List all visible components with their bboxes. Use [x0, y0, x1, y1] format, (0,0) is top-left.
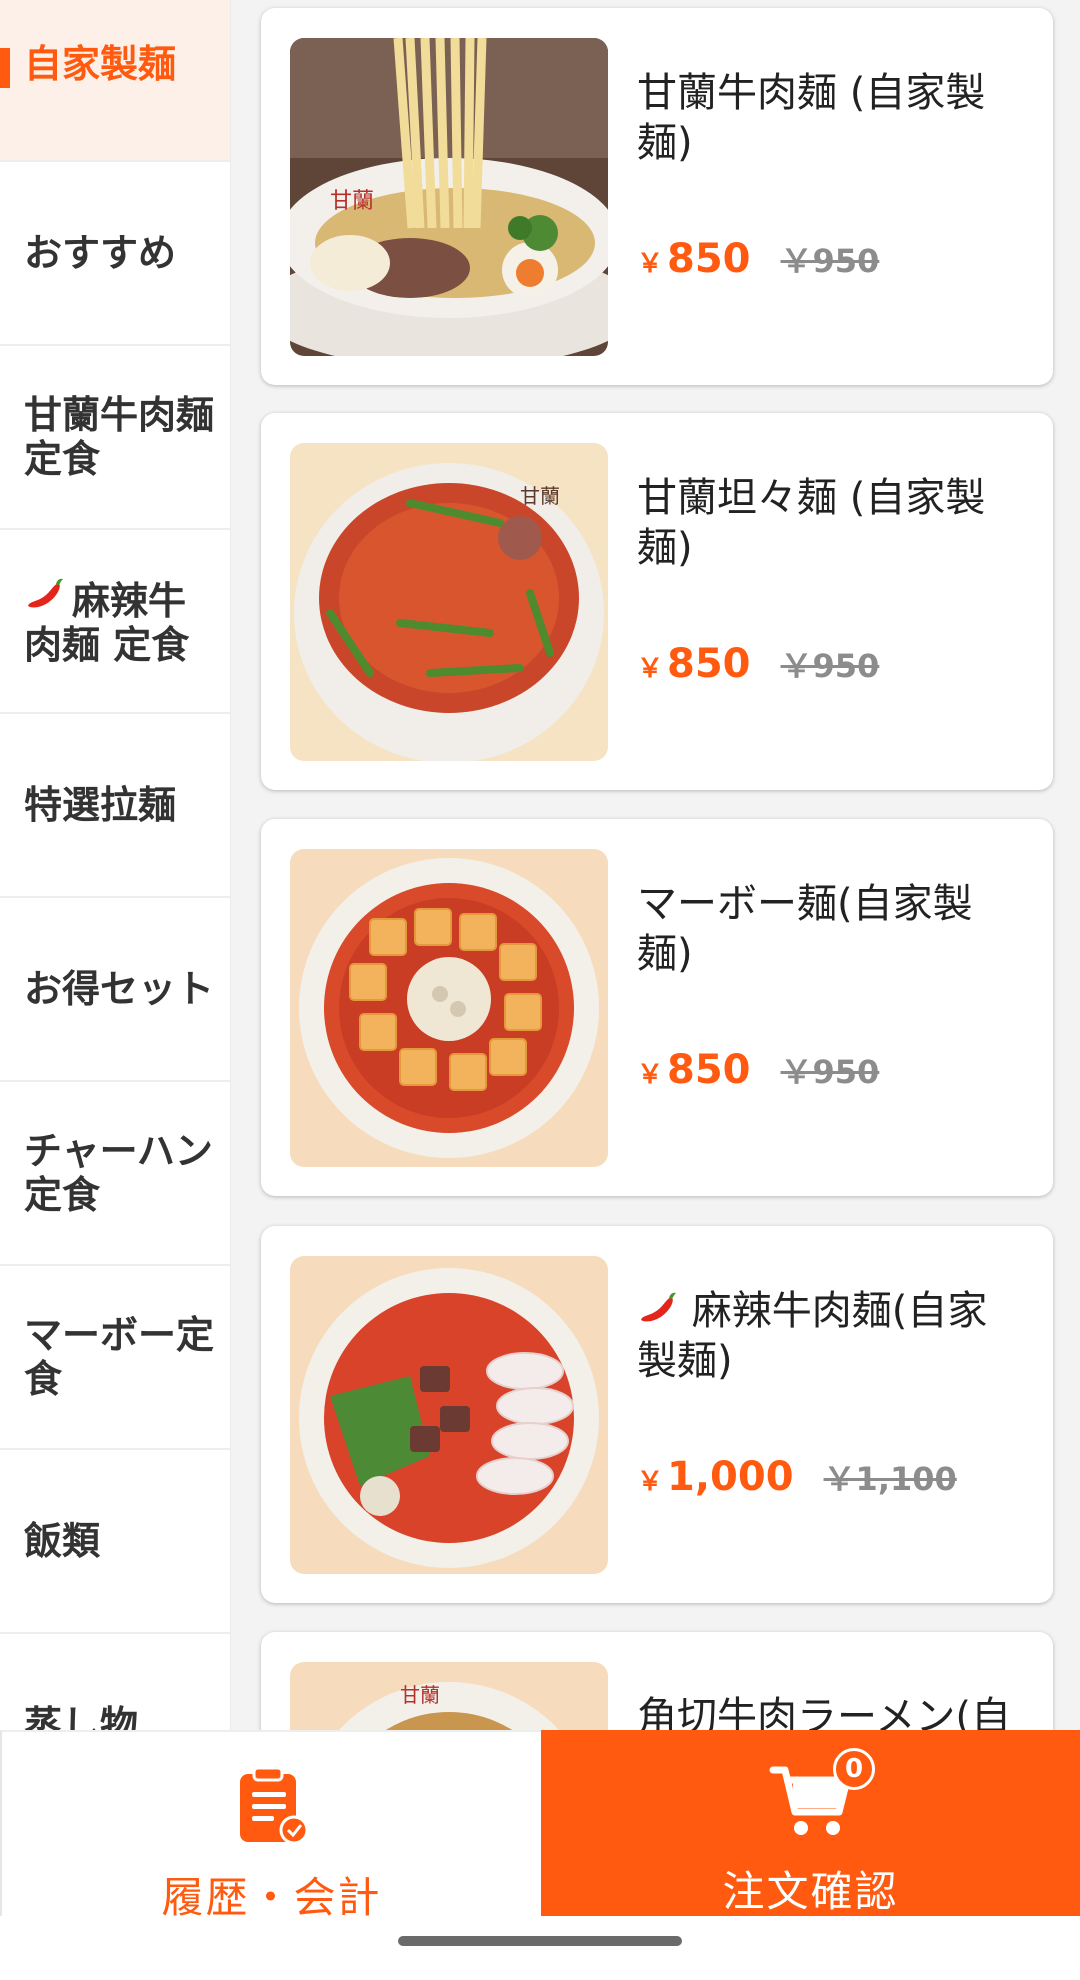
- category-item-fried-rice-set[interactable]: チャーハン定食: [0, 1082, 230, 1266]
- dish-name: 麻辣牛肉麺(自家製麺): [637, 1286, 1027, 1386]
- dish-photo: [290, 1256, 608, 1574]
- chili-pepper-icon: [24, 576, 66, 623]
- dish-name-text: 麻辣牛肉麺(自家製麺): [637, 1288, 988, 1384]
- system-gesture-area: [0, 1916, 1080, 1980]
- category-label: 自家製麺: [24, 42, 177, 86]
- category-label: おすすめ: [24, 231, 177, 275]
- dish-photo: 甘蘭: [290, 443, 608, 761]
- category-label: 麻辣牛肉麺 定食: [24, 576, 222, 667]
- price: ￥ 850 ￥950: [637, 641, 879, 687]
- svg-text:甘蘭: 甘蘭: [330, 189, 374, 214]
- category-item-rice[interactable]: 飯類: [0, 1450, 230, 1634]
- current-price: 850: [667, 641, 751, 687]
- menu-item-card[interactable]: 甘蘭 甘蘭牛肉麺 (自家製麺) ￥ 850 ￥950: [261, 8, 1053, 385]
- original-price: ￥950: [780, 1053, 880, 1091]
- category-label: マーボー定食: [24, 1313, 215, 1401]
- currency-symbol: ￥: [637, 654, 664, 684]
- order-confirm-label: 注文確認: [722, 1867, 899, 1916]
- original-price: ￥950: [780, 647, 880, 685]
- dish-name: マーボー麺(自家製麺): [637, 881, 973, 977]
- dish-photo: [290, 849, 608, 1167]
- category-item-recommended[interactable]: おすすめ: [0, 162, 230, 346]
- category-label: お得セット: [24, 967, 215, 1011]
- history-checkout-button[interactable]: 履歴・会計: [0, 1730, 541, 1922]
- currency-symbol: ￥: [637, 249, 664, 279]
- screen: 自家製麺 おすすめ 甘蘭牛肉麺定食 麻辣牛肉麺 定食 特選拉麺 お得セット チャ…: [0, 0, 1080, 1980]
- chili-pepper-icon: [637, 1288, 679, 1334]
- category-label: 特選拉麺: [24, 783, 177, 827]
- dish-photo: 甘蘭: [290, 1662, 608, 1730]
- svg-text:甘蘭: 甘蘭: [520, 484, 560, 508]
- category-label: 甘蘭牛肉麺定食: [24, 393, 215, 481]
- price: ￥ 1,000 ￥1,100: [637, 1454, 957, 1500]
- menu-item-card[interactable]: 甘蘭 甘蘭坦々麺 (自家製麺) ￥ 850 ￥950: [261, 413, 1053, 790]
- category-item-homemade-noodles[interactable]: 自家製麺: [0, 0, 230, 162]
- menu-item-card[interactable]: 甘蘭 角切牛肉ラーメン(自: [261, 1632, 1053, 1730]
- home-indicator[interactable]: [398, 1936, 682, 1946]
- category-item-value-set[interactable]: お得セット: [0, 898, 230, 1082]
- price: ￥ 850 ￥950: [637, 236, 879, 282]
- menu-item-card[interactable]: マーボー麺(自家製麺) ￥ 850 ￥950: [261, 819, 1053, 1196]
- category-item-gansu-beef-set[interactable]: 甘蘭牛肉麺定食: [0, 346, 230, 530]
- current-price: 850: [667, 236, 751, 282]
- dish-name: 角切牛肉ラーメン(自: [637, 1694, 1012, 1730]
- svg-text:甘蘭: 甘蘭: [400, 1683, 440, 1707]
- current-price: 1,000: [667, 1454, 794, 1500]
- dish-name: 甘蘭牛肉麺 (自家製麺): [637, 70, 986, 166]
- receipt-icon: [236, 1766, 308, 1850]
- dish-name: 甘蘭坦々麺 (自家製麺): [637, 475, 986, 571]
- cart-count-badge: 0: [833, 1748, 875, 1790]
- price: ￥ 850 ￥950: [637, 1047, 879, 1093]
- category-item-spicy-beef-set[interactable]: 麻辣牛肉麺 定食: [0, 530, 230, 714]
- category-label: 蒸し物: [24, 1703, 139, 1730]
- menu-item-card[interactable]: 麻辣牛肉麺(自家製麺) ￥ 1,000 ￥1,100: [261, 1226, 1053, 1603]
- category-label: チャーハン定食: [24, 1129, 213, 1217]
- order-confirm-button[interactable]: 0 注文確認: [541, 1730, 1080, 1916]
- category-item-steamed[interactable]: 蒸し物: [0, 1634, 230, 1730]
- menu-list: 甘蘭 甘蘭牛肉麺 (自家製麺) ￥ 850 ￥950 甘蘭 甘蘭坦々麺 (自家製…: [231, 0, 1080, 1730]
- category-item-mapo-set[interactable]: マーボー定食: [0, 1266, 230, 1450]
- bottom-action-bar: 履歴・会計 0 注文確認: [0, 1730, 1080, 1922]
- current-price: 850: [667, 1047, 751, 1093]
- currency-symbol: ￥: [637, 1467, 664, 1497]
- category-sidebar: 自家製麺 おすすめ 甘蘭牛肉麺定食 麻辣牛肉麺 定食 特選拉麺 お得セット チャ…: [0, 0, 231, 1730]
- category-item-special-ramen[interactable]: 特選拉麺: [0, 714, 230, 898]
- category-label: 飯類: [24, 1519, 101, 1563]
- dish-photo: 甘蘭: [290, 38, 608, 356]
- original-price: ￥950: [780, 242, 880, 280]
- currency-symbol: ￥: [637, 1060, 664, 1090]
- original-price: ￥1,100: [823, 1460, 957, 1498]
